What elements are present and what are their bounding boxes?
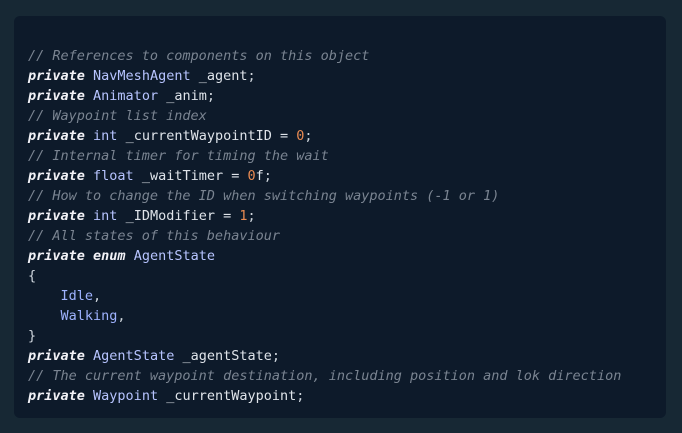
code-line: private Animator _anim; xyxy=(28,86,666,106)
code-line: private NavMeshAgent _agent; xyxy=(28,66,666,86)
code-line: private float _waitTimer = 0f; xyxy=(28,166,666,186)
code-token: _agentState xyxy=(182,348,272,364)
code-block[interactable]: // References to components on this obje… xyxy=(28,46,666,406)
code-token: = xyxy=(214,208,240,224)
code-line: { xyxy=(28,266,666,286)
code-line: // All states of this behaviour xyxy=(28,226,666,246)
code-token: _waitTimer xyxy=(141,168,224,184)
code-token: private xyxy=(28,168,85,184)
code-line: private int _currentWaypointID = 0; xyxy=(28,126,666,146)
code-token: private xyxy=(28,88,85,104)
code-token: // Internal timer for timing the wait xyxy=(28,148,329,164)
code-token: // All states of this behaviour xyxy=(28,228,280,244)
code-token: _currentWaypoint xyxy=(166,388,297,404)
code-line: // Internal timer for timing the wait xyxy=(28,146,666,166)
code-token: private xyxy=(28,128,85,144)
code-token: _anim xyxy=(166,88,207,104)
code-token: , xyxy=(117,308,126,324)
code-line: private enum AgentState xyxy=(28,246,666,266)
code-token: private xyxy=(28,248,85,264)
code-snippet-panel: // References to components on this obje… xyxy=(14,16,666,418)
code-line: // Waypoint list index xyxy=(28,106,666,126)
code-line: Idle, xyxy=(28,286,666,306)
code-line: } xyxy=(28,326,666,346)
code-token: f xyxy=(255,168,264,184)
code-token: ; xyxy=(271,348,281,364)
code-token: { xyxy=(28,268,37,284)
code-token: // References to components on this obje… xyxy=(28,48,370,64)
code-token: NavMeshAgent xyxy=(93,68,191,84)
code-token: Waypoint xyxy=(93,388,159,404)
code-line: // How to change the ID when switching w… xyxy=(28,186,666,206)
code-token: private xyxy=(28,208,85,224)
code-line: private Waypoint _currentWaypoint; xyxy=(28,386,666,406)
code-token: ; xyxy=(304,128,313,144)
code-token: int xyxy=(93,128,118,144)
code-line: private int _IDModifier = 1; xyxy=(28,206,666,226)
code-token: } xyxy=(28,328,37,344)
code-line: // The current waypoint destination, inc… xyxy=(28,366,666,386)
code-line: // References to components on this obje… xyxy=(28,46,666,66)
code-token: // Waypoint list index xyxy=(28,108,207,124)
code-token: private xyxy=(28,388,85,404)
code-token: ; xyxy=(247,68,256,84)
code-token: Animator xyxy=(93,88,159,104)
code-line: Walking, xyxy=(28,306,666,326)
code-token: Idle xyxy=(60,288,94,304)
code-token: AgentState xyxy=(93,348,175,364)
code-token: AgentState xyxy=(133,248,215,264)
code-token: float xyxy=(93,168,134,184)
code-token: enum xyxy=(93,248,126,264)
code-token: ; xyxy=(247,208,256,224)
code-token: ; xyxy=(206,88,215,104)
code-token: _IDModifier xyxy=(125,208,215,224)
code-token: // How to change the ID when switching w… xyxy=(28,188,500,204)
code-token: , xyxy=(93,288,102,304)
code-token: ; xyxy=(263,168,272,184)
code-token: _currentWaypointID xyxy=(125,128,272,144)
code-token: int xyxy=(93,208,118,224)
code-token: = xyxy=(223,168,248,184)
code-token: private xyxy=(28,68,85,84)
code-token: Walking xyxy=(60,308,118,324)
code-token: _agent xyxy=(198,68,248,84)
code-token: 0 xyxy=(247,168,256,184)
code-line: private AgentState _agentState; xyxy=(28,346,666,366)
code-token: 1 xyxy=(239,208,248,224)
code-token: ; xyxy=(296,388,305,404)
code-token: // The current waypoint destination, inc… xyxy=(28,368,622,384)
code-token: private xyxy=(28,348,85,364)
code-token: = xyxy=(271,128,297,144)
